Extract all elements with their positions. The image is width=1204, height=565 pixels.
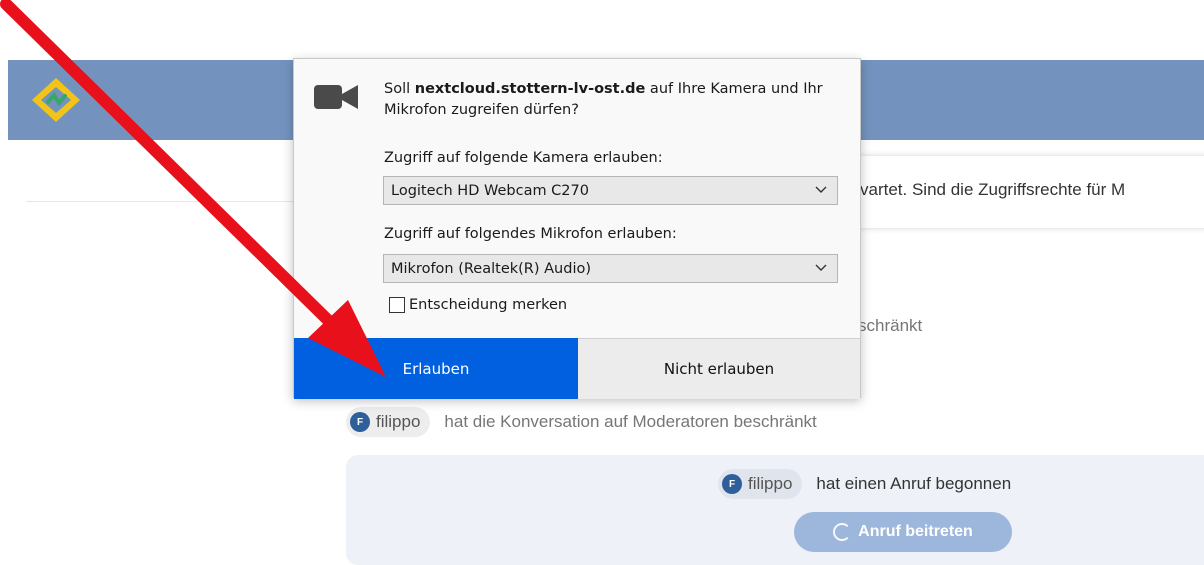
allow-button[interactable]: Erlauben [294,338,578,399]
call-started-card: F filippo hat einen Anruf begonnen Anruf… [346,455,1204,565]
message-text: schränkt [858,316,923,335]
remember-decision-label: Entscheidung merken [409,297,568,313]
chevron-down-icon [815,264,827,271]
user-mention-chip[interactable]: F filippo [346,407,431,437]
media-permission-dialog: Soll nextcloud.stottern-lv-ost.de auf Ih… [293,58,861,399]
chevron-down-icon [815,186,827,193]
microphone-select-value: Mikrofon (Realtek(R) Audio) [391,260,592,277]
camera-select-label: Zugriff auf folgende Kamera erlauben: [384,150,663,166]
system-message: F filippo hat die Konversation auf Moder… [346,407,817,437]
loading-spinner-icon [833,523,852,541]
remember-decision-row[interactable]: Entscheidung merken [389,297,567,313]
message-text: hat die Konversation auf Moderatoren bes… [444,412,817,431]
permission-notice: vartet. Sind die Zugriffsrechte für M [856,156,1204,228]
deny-button[interactable]: Nicht erlauben [578,338,860,399]
permission-prompt: Soll nextcloud.stottern-lv-ost.de auf Ih… [384,79,834,121]
avatar: F [350,412,370,432]
user-mention-chip[interactable]: F filippo [718,469,803,499]
avatar: F [722,474,742,494]
microphone-select-label: Zugriff auf folgendes Mikrofon erlauben: [384,226,677,242]
site-domain: nextcloud.stottern-lv-ost.de [414,81,646,97]
notice-text: vartet. Sind die Zugriffsrechte für M [860,180,1126,199]
camera-select-value: Logitech HD Webcam C270 [391,182,589,199]
user-name: filippo [376,412,421,431]
call-text: hat einen Anruf begonnen [816,474,1012,493]
allow-button-label: Erlauben [402,359,470,378]
join-call-label: Anruf beitreten [858,523,973,540]
system-message: schränkt [858,316,922,336]
join-call-button[interactable]: Anruf beitreten [794,512,1012,552]
user-name: filippo [748,474,793,493]
microphone-select[interactable]: Mikrofon (Realtek(R) Audio) [383,254,838,283]
deny-button-label: Nicht erlauben [663,360,775,378]
call-message: F filippo hat einen Anruf begonnen [718,469,1011,499]
prompt-prefix: Soll [384,81,415,97]
camera-select[interactable]: Logitech HD Webcam C270 [383,176,838,205]
video-camera-icon [314,85,358,109]
sidebar-divider [26,201,296,202]
remember-decision-checkbox[interactable] [389,297,405,313]
nextcloud-logo-icon[interactable] [30,76,82,124]
